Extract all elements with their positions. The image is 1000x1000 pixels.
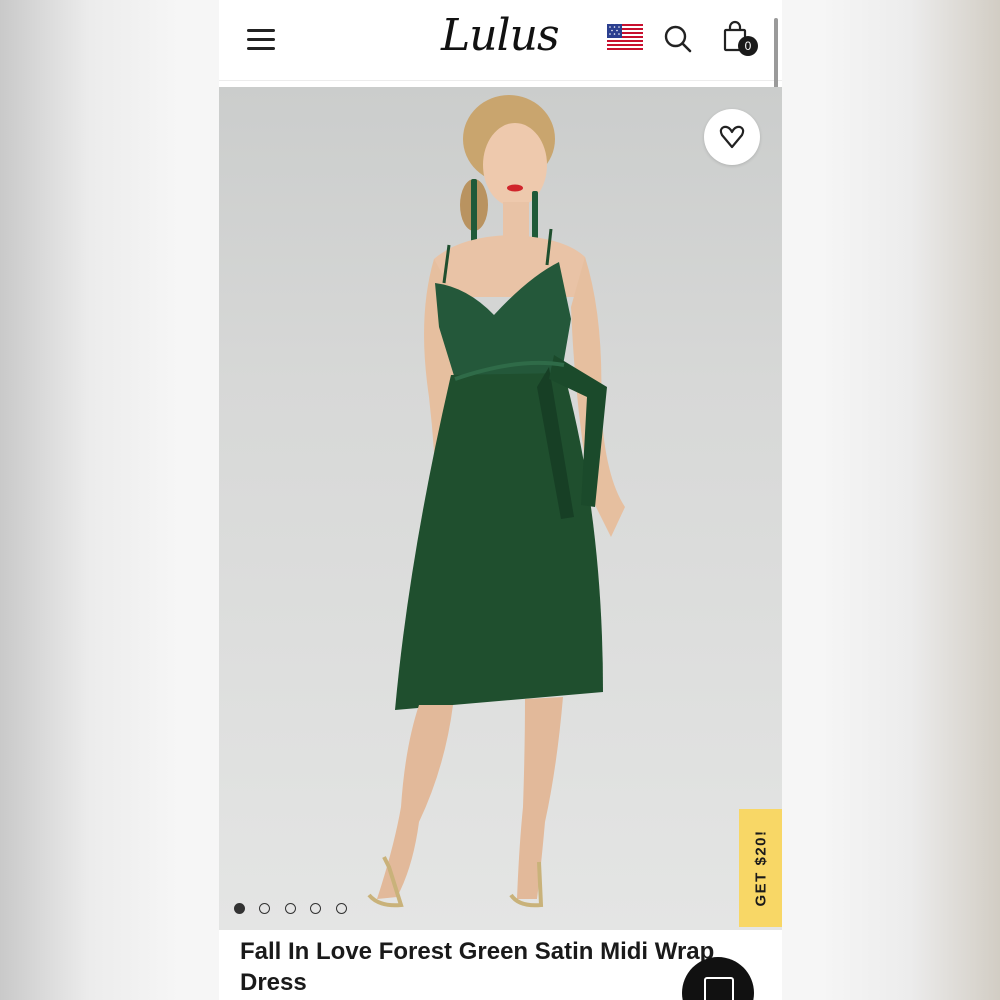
- us-flag-icon[interactable]: [607, 24, 643, 50]
- lulus-logo[interactable]: Lulus: [441, 8, 561, 64]
- carousel-dot-3[interactable]: [285, 903, 296, 914]
- cart-count-badge: 0: [738, 36, 758, 56]
- carousel-dot-2[interactable]: [259, 903, 270, 914]
- heart-icon: [719, 125, 745, 149]
- top-navigation-bar: Lulus 0: [219, 0, 782, 116]
- phone-screen: Lulus 0 GET $20! Fall In Love Forest Gre…: [219, 0, 782, 1000]
- shopping-bag-button[interactable]: 0: [721, 20, 761, 60]
- wishlist-button[interactable]: [704, 109, 760, 165]
- carousel-dot-1[interactable]: [234, 903, 245, 914]
- search-icon[interactable]: [663, 24, 693, 54]
- carousel-dot-4[interactable]: [310, 903, 321, 914]
- hamburger-menu-icon[interactable]: [247, 27, 275, 51]
- product-image-carousel[interactable]: GET $20!: [219, 87, 782, 930]
- carousel-dot-5[interactable]: [336, 903, 347, 914]
- product-photo: [367, 95, 625, 908]
- chat-icon: [704, 977, 734, 1000]
- promo-label: GET $20!: [752, 829, 769, 907]
- get-20-promo-tab[interactable]: GET $20!: [739, 809, 782, 927]
